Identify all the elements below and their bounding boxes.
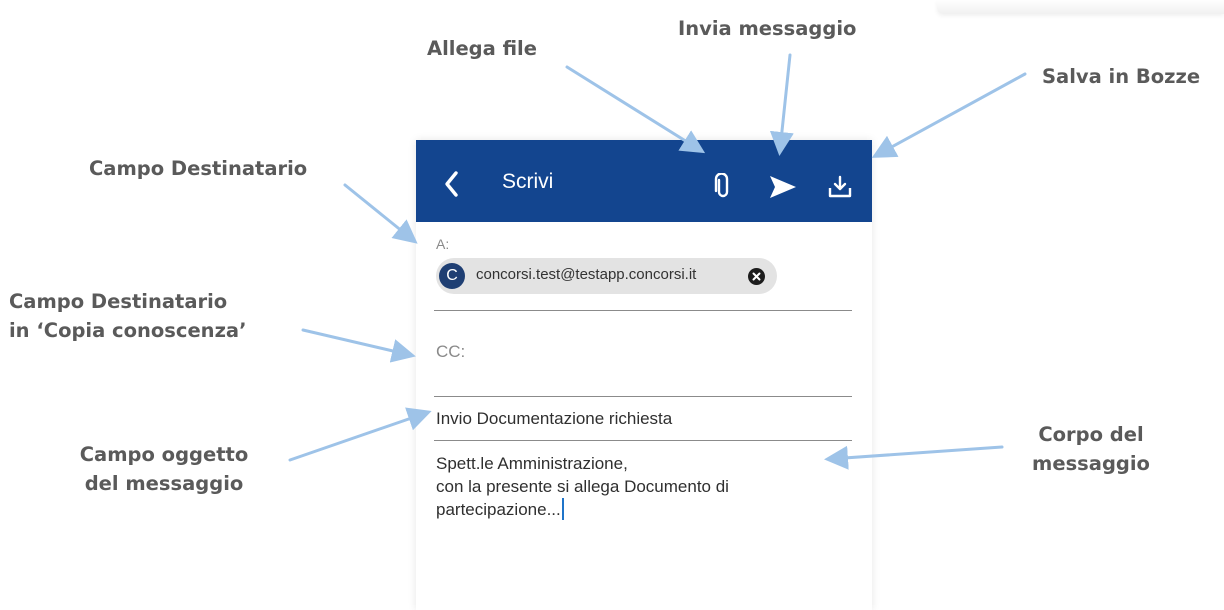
arrow-allega: [565, 65, 706, 154]
message-body-input[interactable]: Spett.le Amministrazione, con la present…: [436, 452, 846, 521]
cc-field-divider: [434, 396, 852, 397]
send-icon: [770, 176, 796, 198]
cc-field-label[interactable]: CC:: [436, 342, 465, 362]
annotation-campo-oggetto-line1: Campo oggetto: [79, 443, 249, 466]
subject-divider: [434, 440, 852, 441]
annotation-invia-messaggio: Invia messaggio: [678, 17, 857, 40]
arrow-destinatario: [343, 183, 418, 244]
avatar: C: [439, 263, 465, 289]
annotation-campo-oggetto: Campo oggetto del messaggio: [64, 440, 264, 498]
recipient-email: concorsi.test@testapp.concorsi.it: [476, 266, 697, 283]
send-button[interactable]: [768, 174, 798, 200]
annotation-corpo-line1: Corpo del: [1038, 423, 1144, 446]
body-line: Spett.le Amministrazione,: [436, 454, 628, 473]
recipient-chip[interactable]: C concorsi.test@testapp.concorsi.it: [436, 258, 777, 294]
app-bar: Scrivi: [416, 140, 872, 222]
page-title: Scrivi: [502, 170, 554, 193]
back-icon: [445, 171, 458, 197]
arrow-salva: [871, 72, 1027, 158]
attach-file-button[interactable]: [712, 172, 734, 199]
compose-screen: Scrivi A: C concorsi.test@testapp.concor…: [416, 140, 872, 610]
back-button[interactable]: [440, 170, 464, 198]
body-line-last: partecipazione...: [436, 498, 846, 521]
subject-input[interactable]: Invio Documentazione richiesta: [436, 409, 672, 429]
corner-shadow: [937, 0, 1224, 14]
annotation-campo-cc-line1: Campo Destinatario: [9, 290, 228, 313]
annotation-corpo-messaggio: Corpo del messaggio: [1016, 420, 1166, 478]
download-icon: [828, 175, 852, 198]
to-field-label: A:: [436, 236, 450, 252]
paperclip-icon: [714, 172, 729, 198]
arrow-oggetto: [288, 407, 432, 462]
annotation-corpo-line2: messaggio: [1032, 452, 1150, 475]
save-draft-button[interactable]: [827, 174, 853, 200]
annotation-campo-oggetto-line2: del messaggio: [84, 472, 244, 495]
body-line: partecipazione...: [436, 500, 561, 519]
annotation-campo-cc-line2: in ‘Copia conoscenza’: [9, 319, 247, 342]
arrow-cc: [301, 328, 416, 363]
annotation-allega-file: Allega file: [427, 37, 537, 60]
arrow-invia: [769, 53, 794, 156]
annotation-campo-cc: Campo Destinatario in ‘Copia conoscenza’: [9, 287, 247, 345]
annotation-campo-destinatario: Campo Destinatario: [89, 157, 308, 180]
to-field-divider: [434, 310, 852, 311]
body-line: con la presente si allega Documento di: [436, 477, 729, 496]
close-icon: [752, 272, 761, 281]
text-cursor: [561, 498, 564, 520]
remove-recipient-button[interactable]: [748, 268, 765, 285]
annotation-salva-bozze: Salva in Bozze: [1042, 65, 1201, 88]
